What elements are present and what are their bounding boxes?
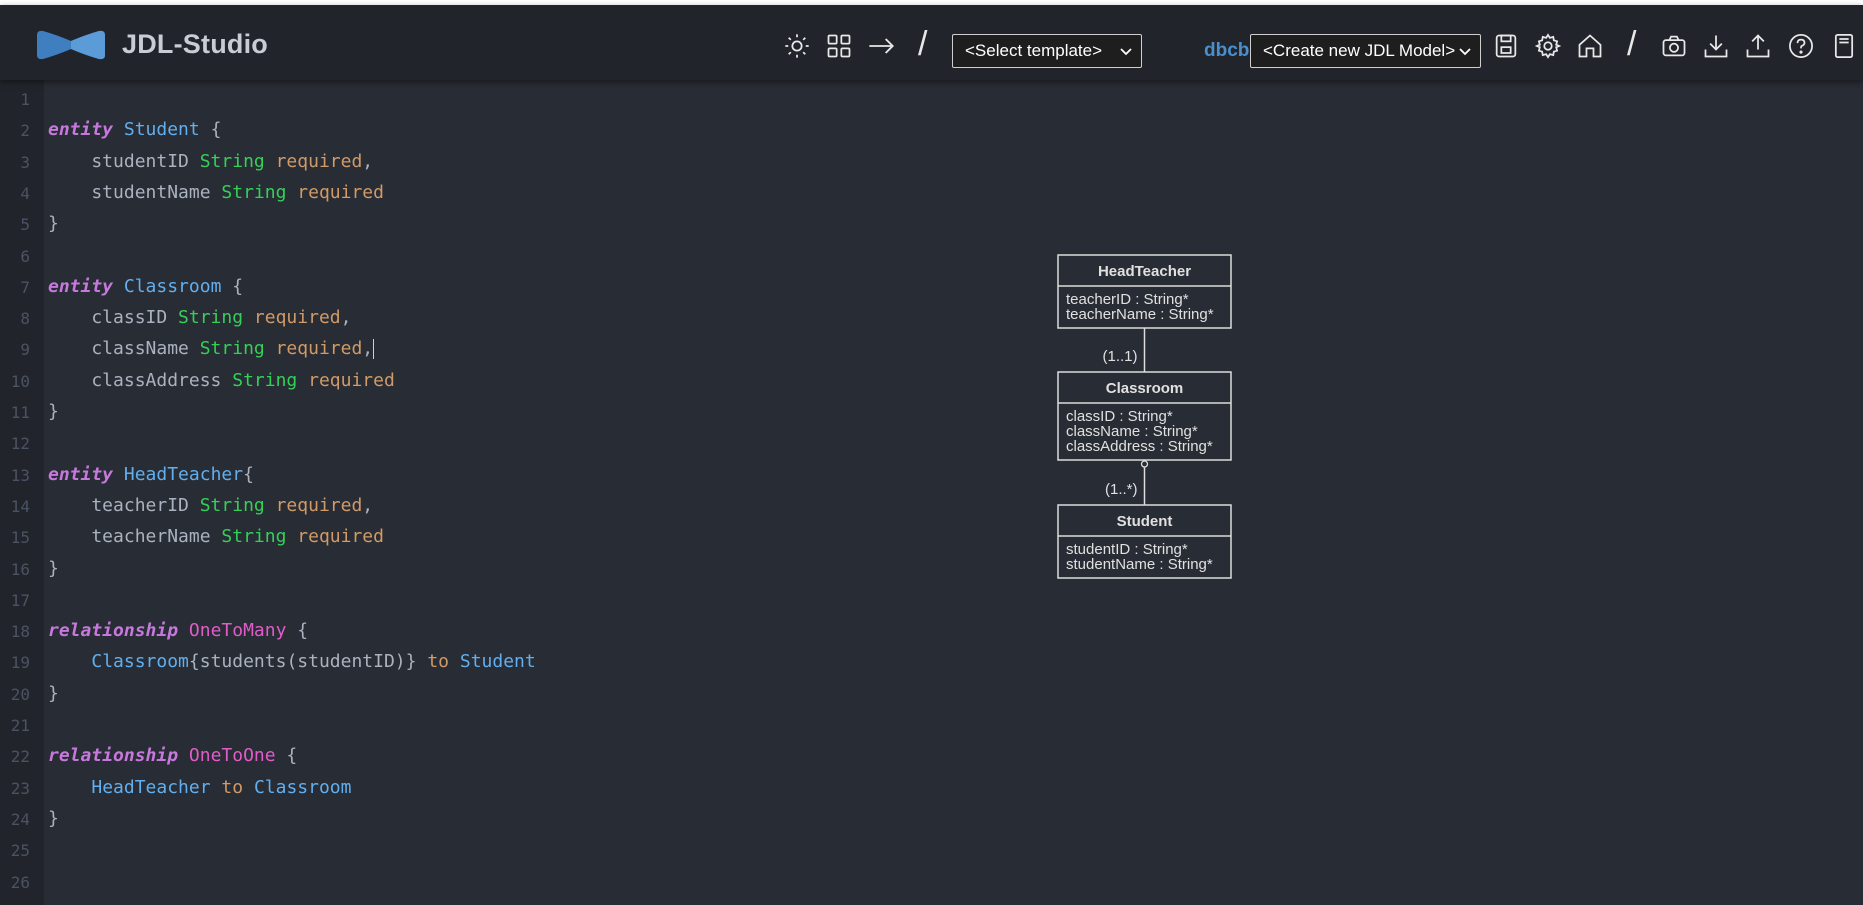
toolbar-divider: /: [1627, 25, 1637, 63]
model-select-value: <Create new JDL Model>: [1263, 41, 1456, 60]
model-select[interactable]: <Create new JDL Model>: [1250, 34, 1481, 68]
chevron-down-icon: [1459, 48, 1471, 56]
entity-field: classAddress : String*: [1066, 438, 1213, 455]
relation-end-circle: [1140, 460, 1149, 468]
arrow-right-icon[interactable]: [866, 31, 896, 61]
user-label: dbcb: [1204, 40, 1250, 61]
logo-icon: [37, 30, 105, 60]
home-icon[interactable]: [1575, 31, 1605, 61]
grid-icon[interactable]: [824, 31, 854, 61]
relation-label: (1..1): [1102, 348, 1137, 365]
entity-diagram[interactable]: HeadTeacherteacherID : String*teacherNam…: [0, 80, 1863, 905]
settings-icon[interactable]: [1533, 31, 1563, 61]
save-icon[interactable]: [1491, 31, 1521, 61]
sidebar-icon[interactable]: [1829, 31, 1859, 61]
app-header: JDL-Studio / <Select template> dbcb <Cre…: [0, 5, 1863, 80]
toolbar-divider: /: [918, 25, 928, 63]
entity-title: HeadTeacher: [1098, 263, 1191, 280]
entity-title: Student: [1117, 513, 1173, 530]
relation-label: (1..*): [1105, 481, 1138, 498]
sun-icon[interactable]: [782, 31, 812, 61]
editor-area[interactable]: 1 2 3 4 5 6 7 8 9 10 11 12 13 14 15 16 17 18 19 20 21 22 23 24 2…: [0, 80, 1863, 905]
template-select-value: <Select template>: [965, 41, 1103, 60]
template-select[interactable]: <Select template>: [952, 34, 1142, 68]
help-icon[interactable]: [1786, 31, 1816, 61]
app-title: JDL-Studio: [122, 29, 268, 59]
entity-field: teacherName : String*: [1066, 306, 1214, 323]
upload-icon[interactable]: [1743, 31, 1773, 61]
entity-field: studentName : String*: [1066, 556, 1213, 573]
entity-title: Classroom: [1106, 380, 1184, 397]
camera-icon[interactable]: [1659, 31, 1689, 61]
download-icon[interactable]: [1701, 31, 1731, 61]
chevron-down-icon: [1120, 48, 1132, 56]
